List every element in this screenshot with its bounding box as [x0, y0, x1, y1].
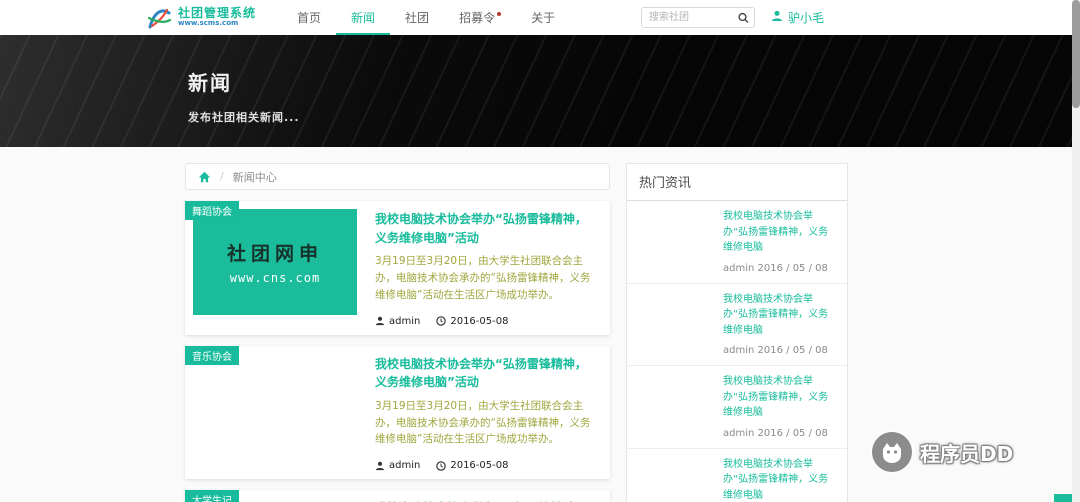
watermark: 程序员DD — [872, 432, 1013, 472]
news-card-body: 我校电脑技术协会举办“弘扬雷锋精神，义务维修电脑”活动 3月19日至3月20日，… — [357, 209, 602, 327]
news-date: 2016-05-08 — [450, 460, 509, 472]
brand-logo-icon — [146, 6, 172, 30]
news-date-item: 2016-05-08 — [436, 460, 508, 471]
news-card-body: 我校电脑技术协会举办“弘扬雷锋精神，义务维修电脑”活动 3月19日至3月20日，… — [357, 498, 602, 502]
nav-item-clubs[interactable]: 社团 — [390, 0, 444, 35]
thumbnail-url: www.cns.com — [229, 271, 321, 285]
news-author: admin — [389, 460, 421, 472]
hot-news-item: 我校电脑技术协会举办“弘扬雷锋精神，义务维修电脑 admin 2016 / 05… — [627, 366, 847, 449]
watermark-logo-icon — [872, 432, 912, 472]
news-author-item: admin — [375, 316, 420, 327]
user-menu[interactable]: 驴小毛 — [771, 0, 824, 35]
news-column: / 新闻中心 舞蹈协会 社团网申 www.cns.com 我校电脑技术协会举办“… — [185, 163, 610, 502]
page-subtitle: 发布社团相关新闻... — [188, 111, 300, 124]
thumbnail-title: 社团网申 — [226, 243, 323, 265]
news-title-link[interactable]: 我校电脑技术协会举办“弘扬雷锋精神，义务维修电脑”活动 — [375, 355, 596, 392]
breadcrumb-separator: / — [220, 170, 224, 183]
nav-item-news[interactable]: 新闻 — [336, 0, 390, 35]
main-nav: 首页 新闻 社团 招募令 关于 — [282, 0, 570, 35]
hot-news-panel: 热门资讯 我校电脑技术协会举办“弘扬雷锋精神，义务维修电脑 admin 2016… — [626, 163, 848, 502]
nav-item-about[interactable]: 关于 — [516, 0, 570, 35]
page: 社团管理系统 www.scms.com 首页 新闻 社团 招募令 关于 驴小毛 … — [0, 0, 1080, 502]
news-author: admin — [389, 315, 421, 327]
news-excerpt: 3月19日至3月20日，由大学生社团联合会主办，电脑技术协会承办的“弘扬雷锋精神… — [375, 399, 591, 446]
hot-news-heading: 热门资讯 — [627, 164, 847, 201]
top-navbar: 社团管理系统 www.scms.com 首页 新闻 社团 招募令 关于 驴小毛 — [0, 0, 1080, 35]
news-date: 2016-05-08 — [450, 315, 509, 327]
user-icon — [771, 10, 783, 25]
page-title: 新闻 — [188, 71, 232, 95]
scrollbar-thumb[interactable] — [1072, 0, 1080, 108]
brand-url: www.scms.com — [178, 19, 239, 28]
hot-news-item: 我校电脑技术协会举办“弘扬雷锋精神，义务维修电脑 admin 2016 / 05… — [627, 449, 847, 502]
home-icon[interactable] — [198, 171, 211, 183]
search-box — [640, 0, 755, 35]
breadcrumb-current: 新闻中心 — [232, 170, 277, 184]
hero-banner: 新闻 发布社团相关新闻... — [0, 35, 1080, 147]
author-icon — [375, 461, 385, 471]
hot-item-meta: admin 2016 / 05 / 08 — [723, 427, 828, 439]
search-icon[interactable] — [738, 12, 749, 23]
author-icon — [375, 316, 385, 326]
news-excerpt: 3月19日至3月20日，由大学生社团联合会主办，电脑技术协会承办的“弘扬雷锋精神… — [375, 255, 591, 301]
hot-item-meta: admin 2016 / 05 / 08 — [723, 345, 828, 356]
news-date-item: 2016-05-08 — [436, 316, 508, 327]
clock-icon — [436, 316, 447, 326]
hot-news-item: 我校电脑技术协会举办“弘扬雷锋精神，义务维修电脑 admin 2016 / 05… — [627, 284, 847, 366]
username: 驴小毛 — [787, 11, 824, 25]
watermark-text: 程序员DD — [920, 441, 1014, 466]
hot-item-link[interactable]: 我校电脑技术协会举办“弘扬雷锋精神，义务维修电脑 — [723, 457, 833, 502]
hot-news-item: 我校电脑技术协会举办“弘扬雷锋精神，义务维修电脑 admin 2016 / 05… — [627, 201, 847, 284]
scrollbar-track[interactable] — [1072, 0, 1080, 502]
recruit-badge-dot — [497, 11, 502, 16]
news-meta: admin 2016-05-08 — [375, 304, 596, 327]
news-author-item: admin — [375, 460, 420, 471]
news-title-link[interactable]: 我校电脑技术协会举办“弘扬雷锋精神，义务维修电脑”活动 — [375, 210, 596, 247]
back-to-top-button[interactable] — [1054, 494, 1072, 502]
news-card-body: 我校电脑技术协会举办“弘扬雷锋精神，义务维修电脑”活动 3月19日至3月20日，… — [357, 354, 602, 472]
news-meta: admin 2016-05-08 — [375, 448, 596, 471]
nav-item-recruit[interactable]: 招募令 — [444, 0, 516, 35]
hot-item-link[interactable]: 我校电脑技术协会举办“弘扬雷锋精神，义务维修电脑 — [723, 374, 833, 421]
news-card: 音乐协会 我校电脑技术协会举办“弘扬雷锋精神，义务维修电脑”活动 3月19日至3… — [185, 345, 610, 480]
news-thumbnail-placeholder — [193, 354, 357, 472]
category-badge[interactable]: 大学生记 — [185, 490, 239, 502]
clock-icon — [436, 460, 447, 471]
hot-item-meta: admin 2016 / 05 / 08 — [723, 262, 828, 274]
hot-item-link[interactable]: 我校电脑技术协会举办“弘扬雷锋精神，义务维修电脑 — [723, 209, 833, 256]
breadcrumb: / 新闻中心 — [185, 163, 610, 190]
nav-item-home[interactable]: 首页 — [282, 0, 336, 35]
news-thumbnail[interactable]: 社团网申 www.cns.com — [193, 209, 357, 315]
nav-item-recruit-label: 招募令 — [459, 11, 496, 25]
news-card: 大学生记 我校电脑技术协会举办“弘扬雷锋精神，义务维修电脑”活动 3月19日至3… — [185, 490, 610, 502]
hot-item-link[interactable]: 我校电脑技术协会举办“弘扬雷锋精神，义务维修电脑 — [723, 292, 833, 339]
category-badge[interactable]: 音乐协会 — [185, 345, 239, 365]
brand-link[interactable]: 社团管理系统 www.scms.com — [146, 0, 256, 35]
category-badge[interactable]: 舞蹈协会 — [185, 201, 239, 220]
news-card: 舞蹈协会 社团网申 www.cns.com 我校电脑技术协会举办“弘扬雷锋精神，… — [185, 201, 610, 335]
